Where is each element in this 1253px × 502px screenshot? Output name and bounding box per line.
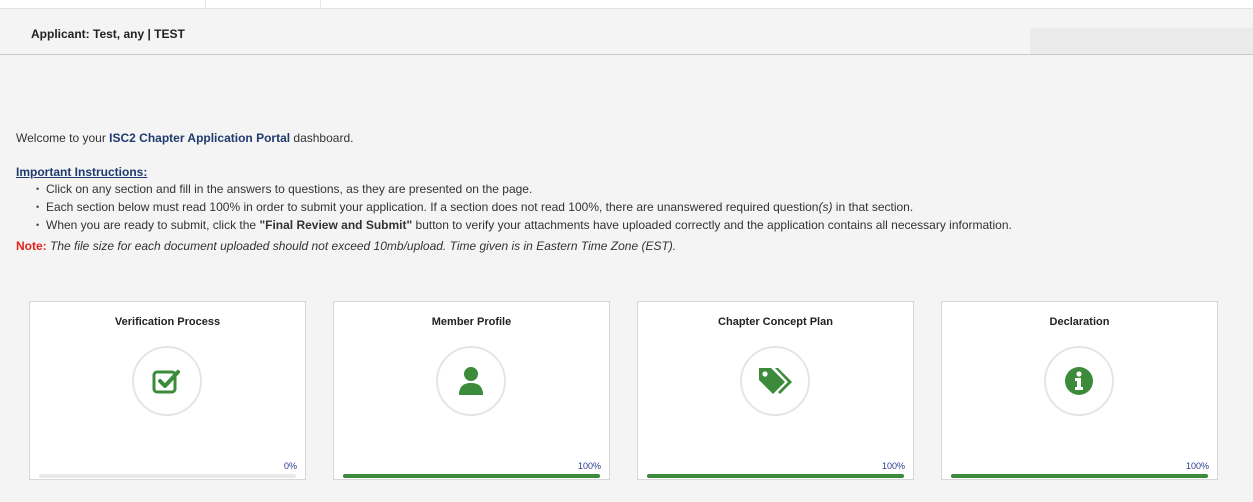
portal-name: ISC2 Chapter Application Portal xyxy=(109,131,291,145)
info-circle-icon xyxy=(1064,366,1094,396)
instruction-item: Click on any section and fill in the ans… xyxy=(36,180,1246,198)
instruction-text: When you are ready to submit, click the xyxy=(46,218,260,232)
progress-percent: 100% xyxy=(881,461,905,471)
applicant-title: Applicant: Test, any | TEST xyxy=(31,27,185,41)
instructions-heading: Important Instructions: xyxy=(16,165,148,179)
note-text: The file size for each document uploaded… xyxy=(46,239,677,253)
progress-bar xyxy=(39,474,296,478)
card-title: Declaration xyxy=(1049,316,1110,328)
card-icon-circle xyxy=(1044,346,1114,416)
applicant-bar: Applicant: Test, any | TEST xyxy=(0,14,1253,55)
card-icon-circle xyxy=(436,346,506,416)
card-icon-circle xyxy=(740,346,810,416)
card-chapter-concept-plan[interactable]: Chapter Concept Plan 100% xyxy=(637,301,914,480)
top-strip xyxy=(0,0,1253,9)
user-icon xyxy=(458,366,484,396)
final-review-reference: "Final Review and Submit" xyxy=(259,218,413,232)
card-icon-circle xyxy=(132,346,202,416)
instruction-text: Each section below must read 100% in ord… xyxy=(46,200,819,214)
card-title: Member Profile xyxy=(431,316,512,328)
progress-bar xyxy=(647,474,904,478)
card-title: Chapter Concept Plan xyxy=(718,316,833,328)
progress-bar xyxy=(343,474,600,478)
welcome-prefix: Welcome to your xyxy=(16,131,110,145)
header-right-field xyxy=(1030,28,1253,54)
intro-section: Welcome to your ISC2 Chapter Application… xyxy=(16,130,1246,254)
instruction-item: When you are ready to submit, click the … xyxy=(36,216,1246,234)
tab-divider xyxy=(205,0,206,8)
note-label: Note: xyxy=(16,239,47,253)
tags-icon xyxy=(757,366,793,396)
progress-fill xyxy=(647,474,904,478)
instructions-list: Click on any section and fill in the ans… xyxy=(16,180,1246,234)
instruction-item: Each section below must read 100% in ord… xyxy=(36,198,1246,216)
progress-fill xyxy=(951,474,1208,478)
welcome-suffix: dashboard. xyxy=(290,131,354,145)
card-declaration[interactable]: Declaration 100% xyxy=(941,301,1218,480)
instruction-text: in that section. xyxy=(832,200,914,214)
progress-percent: 100% xyxy=(1185,461,1209,471)
progress-percent: 0% xyxy=(283,461,297,471)
check-square-icon xyxy=(152,367,182,395)
progress-percent: 100% xyxy=(577,461,601,471)
instruction-text: Click on any section and fill in the ans… xyxy=(46,182,533,196)
instruction-text: button to verify your attachments have u… xyxy=(412,218,1012,232)
card-member-profile[interactable]: Member Profile 100% xyxy=(333,301,610,480)
note: Note: The file size for each document up… xyxy=(16,238,1246,254)
card-verification-process[interactable]: Verification Process 0% xyxy=(29,301,306,480)
instruction-emphasis: (s) xyxy=(818,200,833,214)
welcome-text: Welcome to your ISC2 Chapter Application… xyxy=(16,130,1246,146)
progress-fill xyxy=(343,474,600,478)
tab-divider xyxy=(320,0,321,8)
progress-bar xyxy=(951,474,1208,478)
card-title: Verification Process xyxy=(114,316,221,328)
